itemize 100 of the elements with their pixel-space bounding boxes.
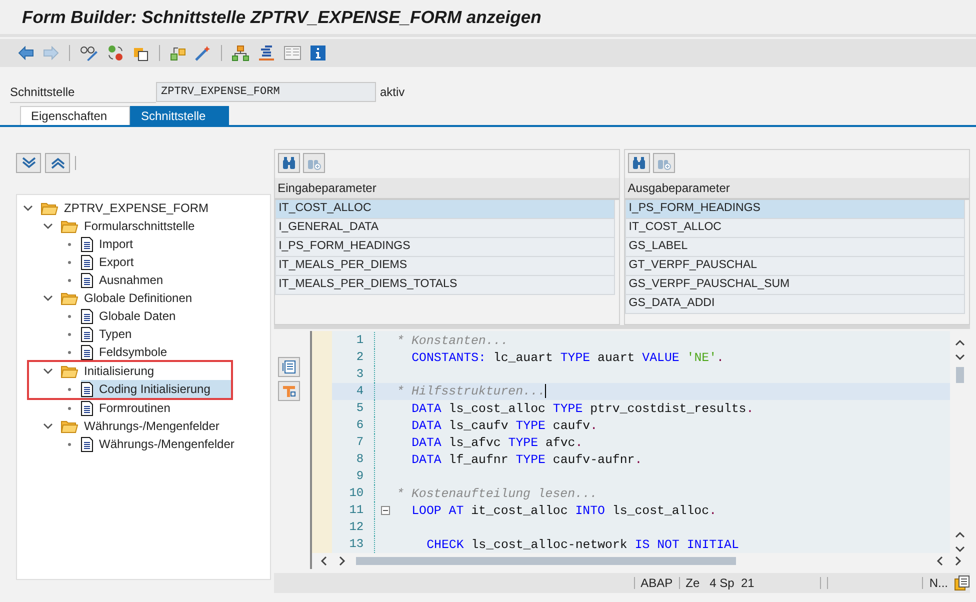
line-number: 1 <box>332 332 375 349</box>
scroll-up-icon[interactable] <box>955 531 965 539</box>
tree-item[interactable]: Typen <box>81 325 270 343</box>
expand-caret-icon[interactable] <box>43 221 53 231</box>
double-chevron-down-icon <box>22 157 36 169</box>
document-icon <box>81 382 93 396</box>
status-field: Ze 4 Sp 21 <box>686 576 754 590</box>
scroll-up-icon[interactable] <box>955 339 965 347</box>
scroll-right-icon[interactable] <box>338 556 346 566</box>
glasses-pencil-icon[interactable] <box>80 45 98 61</box>
tree-item[interactable]: Formularschnittstelle <box>61 217 270 235</box>
clipboard-icon[interactable] <box>954 574 970 590</box>
collapse-all-button[interactable] <box>45 153 70 173</box>
tab[interactable]: Eigenschaften <box>20 106 130 125</box>
find-button[interactable] <box>278 153 300 173</box>
line-number: 7 <box>332 434 375 451</box>
tab[interactable]: Schnittstelle <box>130 106 229 125</box>
table-row[interactable]: I_PS_FORM_HEADINGS <box>274 238 615 257</box>
status-text: aktiv <box>380 85 405 99</box>
table-row[interactable]: I_GENERAL_DATA <box>274 219 615 238</box>
interface-name-field[interactable]: ZPTRV_EXPENSE_FORM <box>156 82 376 102</box>
magic-wand-icon[interactable] <box>195 45 211 61</box>
line-number: 12 <box>332 519 375 536</box>
table-row[interactable]: IT_MEALS_PER_DIEMS_TOTALS <box>274 276 615 295</box>
tree-item[interactable]: Export <box>81 253 270 271</box>
document-icon <box>81 272 93 288</box>
document-list-icon <box>282 360 296 374</box>
code-line: * Kostenaufteilung lesen... <box>396 486 598 500</box>
double-chevron-up-icon <box>50 157 64 169</box>
table-row[interactable]: IT_COST_ALLOC <box>274 200 615 219</box>
expand-caret-icon[interactable] <box>23 203 33 213</box>
copy-icon[interactable] <box>133 45 149 61</box>
tree-item[interactable]: Initialisierung <box>61 362 231 380</box>
table-row[interactable]: I_PS_FORM_HEADINGS <box>624 200 965 219</box>
tree-item[interactable]: Feldsymbole <box>81 343 270 361</box>
circles-icon[interactable] <box>107 45 124 61</box>
bullet-icon <box>68 442 70 446</box>
collapse-icon[interactable] <box>381 506 390 515</box>
table-row[interactable]: IT_MEALS_PER_DIEMS <box>274 257 615 276</box>
bullet-icon <box>68 242 70 246</box>
window-title: Form Builder: Schnittstelle ZPTRV_EXPENSE_FORM anzeigen <box>22 6 542 28</box>
expand-all-button[interactable] <box>16 153 41 173</box>
hierarchy-icon[interactable] <box>232 45 249 61</box>
scroll-thumb[interactable] <box>956 367 964 383</box>
tree-item[interactable]: Formroutinen <box>81 399 270 417</box>
back-arrow-icon[interactable] <box>18 46 34 60</box>
pattern-button[interactable] <box>278 357 300 377</box>
bullet-icon <box>68 388 70 390</box>
bullet-icon <box>68 332 70 336</box>
document-icon <box>81 436 93 452</box>
folder-icon <box>61 291 78 305</box>
column-header: Ausgabeparameter <box>624 178 969 200</box>
tree-item[interactable]: Währungs-/Mengenfelder <box>81 435 270 453</box>
bullet-icon <box>68 278 70 282</box>
scroll-left-icon[interactable] <box>320 556 328 566</box>
folder-icon <box>61 419 78 433</box>
tools-button[interactable] <box>278 381 300 401</box>
scroll-left-icon[interactable] <box>936 556 944 566</box>
scroll-down-icon[interactable] <box>955 545 965 553</box>
code-line: CHECK ls_cost_alloc-network IS NOT INITIAL <box>426 538 739 552</box>
info-icon[interactable] <box>310 45 326 61</box>
tree-item[interactable]: ZPTRV_EXPENSE_FORM <box>41 199 270 217</box>
tree-item[interactable]: Globale Definitionen <box>61 289 270 307</box>
table-row[interactable]: GS_LABEL <box>624 238 965 257</box>
binoculars-icon <box>282 156 296 170</box>
table-row[interactable]: GT_VERPF_PAUSCHAL <box>624 257 965 276</box>
tree-item[interactable]: Globale Daten <box>81 307 270 325</box>
stack-lines-icon[interactable] <box>258 45 275 61</box>
line-number: 9 <box>332 468 375 485</box>
list-window-icon[interactable] <box>284 46 301 60</box>
expand-caret-icon[interactable] <box>43 293 53 303</box>
code-line: CONSTANTS: lc_auart TYPE auart VALUE 'NE'. <box>410 350 724 364</box>
line-number: 8 <box>332 451 375 468</box>
expand-caret-icon[interactable] <box>43 421 53 431</box>
line-number: 2 <box>332 349 375 366</box>
tree-item[interactable]: Ausnahmen <box>81 271 270 289</box>
expand-caret-icon[interactable] <box>43 366 53 376</box>
status-field: N... <box>929 576 948 590</box>
table-row[interactable]: GS_DATA_ADDI <box>624 295 965 314</box>
table-row[interactable]: IT_COST_ALLOC <box>624 219 965 238</box>
squares-link-icon[interactable] <box>170 45 186 61</box>
scroll-thumb[interactable] <box>356 557 736 565</box>
line-number: 5 <box>332 400 375 417</box>
document-icon <box>81 236 93 252</box>
folder-icon <box>61 219 78 233</box>
line-number: 4 <box>332 383 375 400</box>
tree-item[interactable]: Währungs-/Mengenfelder <box>61 417 270 435</box>
table-row[interactable]: GS_VERPF_PAUSCHAL_SUM <box>624 276 965 295</box>
scroll-right-icon[interactable] <box>954 556 962 566</box>
document-icon <box>81 254 93 270</box>
tree-item[interactable]: Import <box>81 235 270 253</box>
bullet-icon <box>68 350 70 354</box>
tree-item[interactable]: Coding Initialisierung <box>81 380 231 398</box>
scroll-down-icon[interactable] <box>955 353 965 361</box>
document-icon <box>81 326 93 342</box>
folder-icon <box>41 201 58 215</box>
tools-icon <box>282 384 296 398</box>
find-button[interactable] <box>628 153 650 173</box>
code-line: LOOP AT it_cost_alloc INTO ls_cost_alloc. <box>410 504 716 518</box>
line-number: 6 <box>332 417 375 434</box>
